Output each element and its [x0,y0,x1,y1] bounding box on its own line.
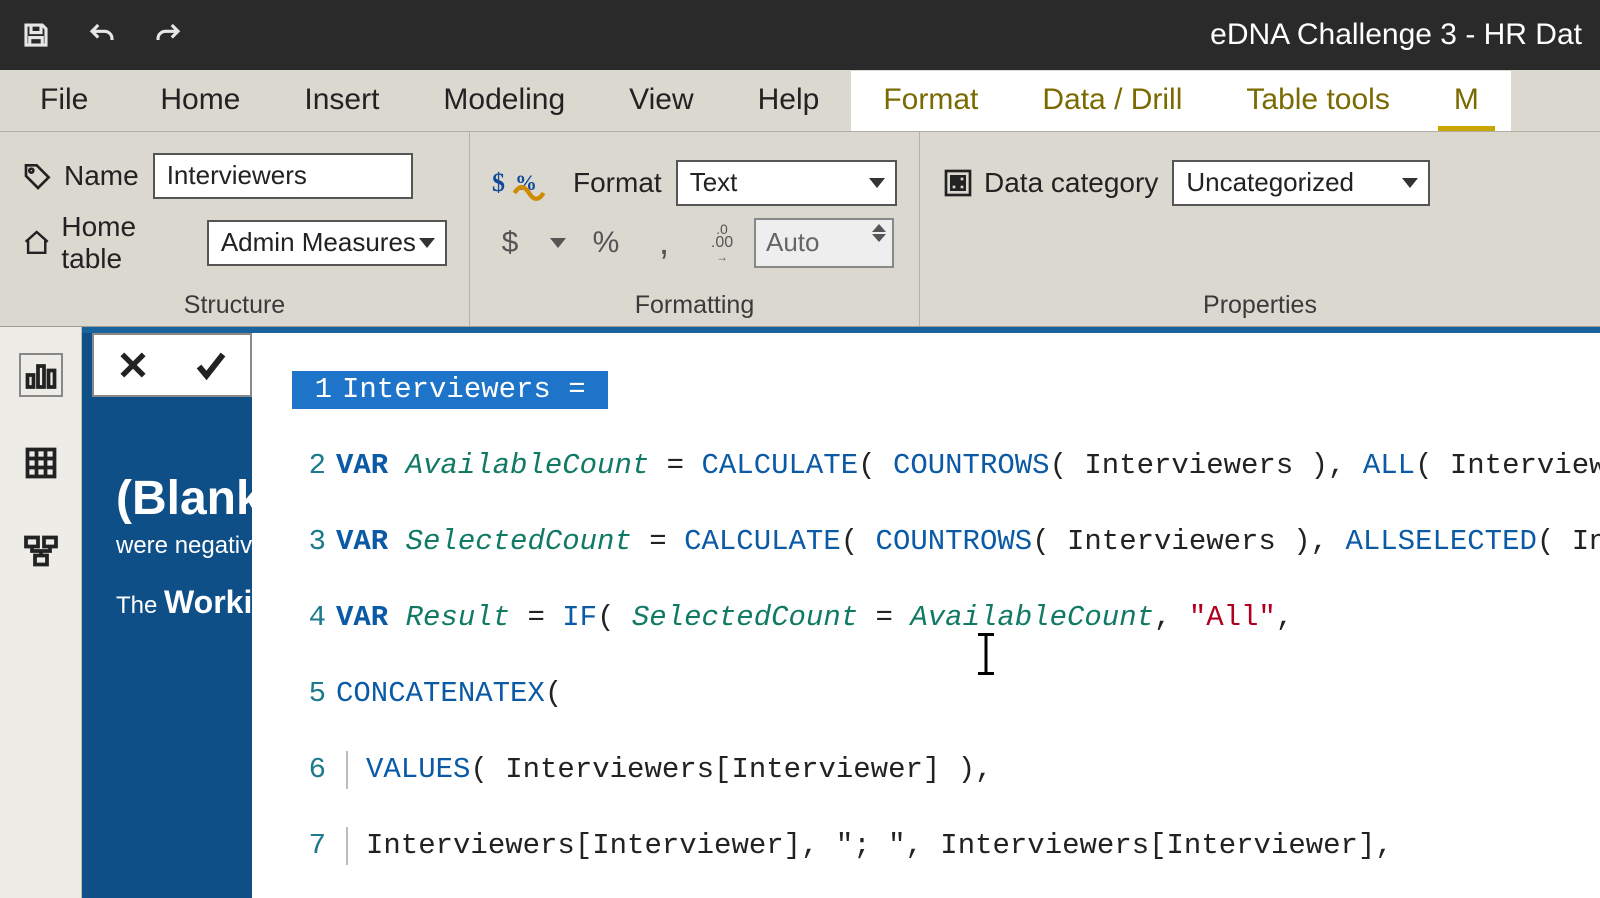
decimals-spinner[interactable]: Auto [754,218,894,268]
formula-bar[interactable]: 1Interviewers = 2VAR AvailableCount = CA… [252,333,1600,898]
view-switcher [0,327,82,898]
percent-button[interactable]: % [588,225,624,261]
cancel-formula-button[interactable] [108,340,158,390]
tab-file[interactable]: File [0,71,128,131]
ribbon-tabs: File Home Insert Modeling View Help Form… [0,70,1600,132]
format-dropdown[interactable]: Text [676,160,897,206]
data-category-dropdown[interactable]: Uncategorized [1172,160,1430,206]
ribbon-group-structure: Name Interviewers Home table Admin Measu… [0,132,470,326]
ribbon-group-properties: Data category Uncategorized Properties [920,132,1600,326]
spin-down-icon[interactable] [872,234,886,242]
number-format-buttons: $ % , .0.00→ [492,225,740,261]
home-table-label-text: Home table [61,211,192,275]
chevron-down-icon [419,238,435,248]
redo-button[interactable] [150,17,186,53]
save-button[interactable] [18,17,54,53]
undo-button[interactable] [84,17,120,53]
commit-formula-button[interactable] [186,340,236,390]
ribbon-group-formatting: $% Format Text $ % , [470,132,920,326]
chevron-down-icon [1402,178,1418,188]
tab-modeling[interactable]: Modeling [411,71,597,131]
decimal-places-button[interactable]: .0.00→ [704,225,740,261]
measure-name-value: Interviewers [167,160,307,191]
data-category-label-text: Data category [984,167,1158,199]
ribbon: Name Interviewers Home table Admin Measu… [0,132,1600,327]
home-table-label: Home table [22,211,193,275]
quick-access-toolbar [18,17,186,53]
window-title: eDNA Challenge 3 - HR Dat [1210,18,1582,52]
format-label: $% Format [492,163,662,202]
tab-view[interactable]: View [597,71,725,131]
report-canvas-wrap: (Blank) were negativ The Worki 1Intervie… [82,327,1600,898]
currency-button[interactable]: $ [492,225,528,261]
data-category-label: Data category [942,167,1158,199]
tab-data-drill[interactable]: Data / Drill [1010,71,1214,131]
group-label-properties: Properties [942,285,1578,320]
tab-measure-tools[interactable]: M [1422,71,1511,131]
spin-up-icon[interactable] [872,224,886,232]
tab-table-tools[interactable]: Table tools [1214,71,1421,131]
name-label: Name [22,160,139,192]
tab-insert[interactable]: Insert [272,71,411,131]
titlebar: eDNA Challenge 3 - HR Dat [0,0,1600,70]
formula-line-1: Interviewers = [342,373,598,406]
home-table-dropdown[interactable]: Admin Measures [207,220,447,266]
tab-home[interactable]: Home [128,71,272,131]
formula-commit-buttons [92,333,252,397]
chevron-down-icon [869,178,885,188]
group-label-structure: Structure [22,285,447,320]
group-label-formatting: Formatting [492,285,897,320]
data-view-button[interactable] [19,441,63,485]
home-table-value: Admin Measures [221,227,416,258]
decimals-value: Auto [766,227,820,258]
format-value: Text [690,167,738,198]
measure-name-input[interactable]: Interviewers [153,153,413,199]
text-cursor-icon [972,633,1000,675]
tab-help[interactable]: Help [726,71,852,131]
name-label-text: Name [64,160,139,192]
thousands-separator-button[interactable]: , [646,225,682,261]
format-label-text: Format [573,167,662,199]
report-view-button[interactable] [19,353,63,397]
formula-line-7: Interviewers[Interviewer], "; ", Intervi… [366,829,1393,862]
tab-format[interactable]: Format [851,71,1010,131]
data-category-value: Uncategorized [1186,167,1354,198]
model-view-button[interactable] [19,529,63,573]
work-area: (Blank) were negativ The Worki 1Intervie… [0,327,1600,898]
chevron-down-icon [550,238,566,248]
